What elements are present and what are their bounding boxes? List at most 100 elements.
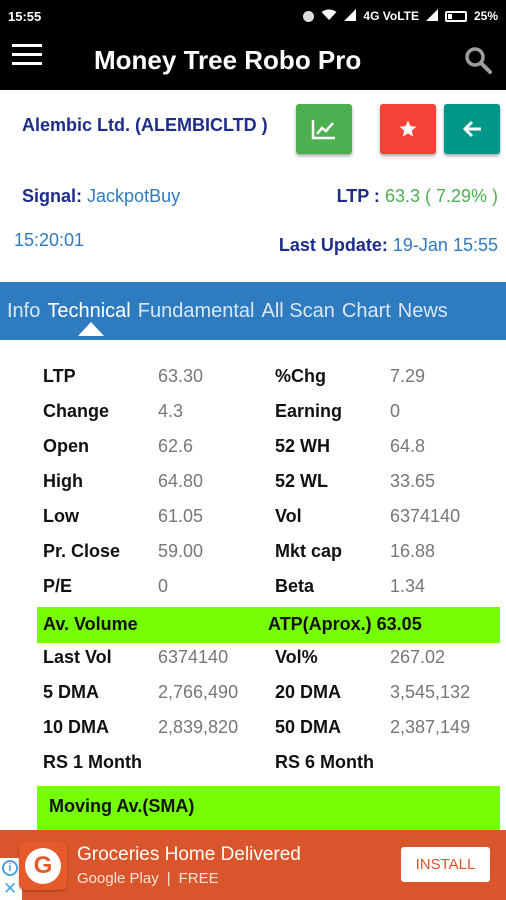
row-label: Beta bbox=[275, 576, 315, 596]
row-label: P/E bbox=[43, 576, 73, 596]
row-value: 59.00 bbox=[158, 541, 204, 561]
av-volume-label: Av. Volume bbox=[43, 614, 138, 634]
chart-icon bbox=[311, 120, 335, 140]
row-label: High bbox=[43, 471, 83, 491]
row-value: 2,839,820 bbox=[158, 717, 239, 737]
close-icon[interactable]: ✕ bbox=[3, 880, 17, 897]
atp-value: ATP(Aprox.) 63.05 bbox=[268, 614, 422, 634]
ltp-label: LTP : bbox=[336, 186, 380, 206]
row-label: Earning bbox=[275, 401, 343, 421]
row-value: 0 bbox=[158, 576, 169, 596]
row-label: LTP bbox=[43, 366, 76, 386]
row-label: Pr. Close bbox=[43, 541, 121, 561]
row-label: RS 6 Month bbox=[275, 752, 374, 772]
row-label: 20 DMA bbox=[275, 682, 342, 702]
row-value: 7.29 bbox=[390, 366, 426, 386]
grofers-logo-icon: G bbox=[25, 848, 61, 884]
battery-icon bbox=[444, 10, 467, 22]
arrow-left-icon bbox=[462, 120, 481, 138]
row-label: Last Vol bbox=[43, 647, 112, 667]
table-row: Change 4.3 Earning 0 bbox=[0, 393, 506, 428]
table-row: RS 1 Month RS 6 Month bbox=[0, 744, 506, 779]
tab-bar: Info Technical Fundamental All Scan Char… bbox=[0, 282, 506, 340]
status-icons: 4G VoLTE 25% bbox=[303, 8, 498, 24]
tab-chart[interactable]: Chart bbox=[335, 300, 391, 323]
ad-price: FREE bbox=[178, 870, 219, 887]
chart-button[interactable] bbox=[296, 104, 352, 154]
ltp-line: LTP : 63.3 ( 7.29% ) bbox=[337, 186, 498, 207]
row-label: 5 DMA bbox=[43, 682, 100, 702]
row-value: 64.8 bbox=[390, 436, 426, 456]
notification-icon bbox=[303, 10, 315, 22]
back-button[interactable] bbox=[444, 104, 500, 154]
row-label: Vol% bbox=[275, 647, 318, 667]
row-label: 10 DMA bbox=[43, 717, 110, 737]
wifi-icon bbox=[321, 9, 337, 24]
tab-technical[interactable]: Technical bbox=[40, 300, 130, 323]
last-update-value: 19-Jan 15:55 bbox=[392, 235, 498, 255]
ad-separator: | bbox=[166, 870, 171, 887]
row-value: 2,766,490 bbox=[158, 682, 239, 702]
row-value: 4.3 bbox=[158, 401, 184, 421]
ad-banner[interactable]: i ✕ G Groceries Home Delivered Google Pl… bbox=[0, 830, 506, 900]
table-row: Low 61.05 Vol 6374140 bbox=[0, 498, 506, 533]
row-label: %Chg bbox=[275, 366, 326, 386]
install-button[interactable]: INSTALL bbox=[401, 847, 490, 882]
row-value: 0 bbox=[390, 401, 401, 421]
row-value: 33.65 bbox=[390, 471, 436, 491]
favorite-button[interactable] bbox=[380, 104, 436, 154]
tab-all-scan[interactable]: All Scan bbox=[255, 300, 335, 323]
moving-average-label: Moving Av.(SMA) bbox=[49, 796, 195, 816]
cellular-icon bbox=[344, 8, 357, 24]
table-row: Last Vol 6374140 Vol% 267.02 bbox=[0, 639, 506, 674]
active-tab-indicator bbox=[78, 322, 104, 336]
table-row: P/E 0 Beta 1.34 bbox=[0, 568, 506, 603]
row-label: Change bbox=[43, 401, 110, 421]
table-row: 10 DMA 2,839,820 50 DMA 2,387,149 bbox=[0, 709, 506, 744]
row-value: 61.05 bbox=[158, 506, 204, 526]
battery-level: 25% bbox=[473, 9, 498, 23]
row-value: 16.88 bbox=[390, 541, 436, 561]
status-time: 15:55 bbox=[8, 8, 42, 24]
row-label: Open bbox=[43, 436, 90, 456]
table-row: LTP 63.30 %Chg 7.29 bbox=[0, 358, 506, 393]
row-value: 6374140 bbox=[390, 506, 461, 526]
search-icon[interactable] bbox=[464, 46, 492, 74]
table-row: 5 DMA 2,766,490 20 DMA 3,545,132 bbox=[0, 674, 506, 709]
row-label: 52 WL bbox=[275, 471, 329, 491]
row-value: 6374140 bbox=[158, 647, 229, 667]
network-type: 4G VoLTE bbox=[363, 9, 419, 23]
ad-store: Google Play bbox=[77, 870, 159, 887]
app-title: Money Tree Robo Pro bbox=[94, 45, 362, 75]
signal-label: Signal: bbox=[22, 186, 83, 206]
ad-subtitle: Google Play | FREE bbox=[77, 870, 219, 887]
row-label: 50 DMA bbox=[275, 717, 342, 737]
cellular-icon-2 bbox=[425, 8, 438, 24]
app-bar: Money Tree Robo Pro bbox=[0, 32, 506, 90]
star-icon bbox=[399, 120, 417, 137]
row-label: Vol bbox=[275, 506, 302, 526]
info-icon[interactable]: i bbox=[2, 860, 18, 876]
stock-name: Alembic Ltd. (ALEMBICLTD ) bbox=[22, 115, 268, 135]
row-label: Mkt cap bbox=[275, 541, 343, 561]
row-value: 2,387,149 bbox=[390, 717, 471, 737]
signal-line: Signal: JackpotBuy bbox=[22, 186, 180, 207]
ad-title: Groceries Home Delivered bbox=[77, 844, 301, 865]
row-label: 52 WH bbox=[275, 436, 331, 456]
last-update: Last Update: 19-Jan 15:55 bbox=[279, 235, 498, 256]
ltp-value: 63.3 ( 7.29% ) bbox=[384, 186, 498, 206]
tab-fundamental[interactable]: Fundamental bbox=[131, 300, 255, 323]
row-value: 3,545,132 bbox=[390, 682, 471, 702]
status-bar: 15:55 4G VoLTE 25% bbox=[0, 0, 506, 32]
tab-info[interactable]: Info bbox=[0, 300, 40, 323]
menu-icon[interactable] bbox=[12, 44, 42, 66]
ad-app-logo: G bbox=[19, 842, 67, 890]
row-value: 267.02 bbox=[390, 647, 446, 667]
tab-news[interactable]: News bbox=[391, 300, 448, 323]
row-value: 64.80 bbox=[158, 471, 204, 491]
table-row: High 64.80 52 WL 33.65 bbox=[0, 463, 506, 498]
last-update-label: Last Update: bbox=[278, 235, 388, 255]
table-row: Open 62.6 52 WH 64.8 bbox=[0, 428, 506, 463]
av-volume-band: Av. Volume ATP(Aprox.) 63.05 bbox=[37, 607, 500, 643]
moving-average-band: Moving Av.(SMA) bbox=[37, 786, 500, 830]
